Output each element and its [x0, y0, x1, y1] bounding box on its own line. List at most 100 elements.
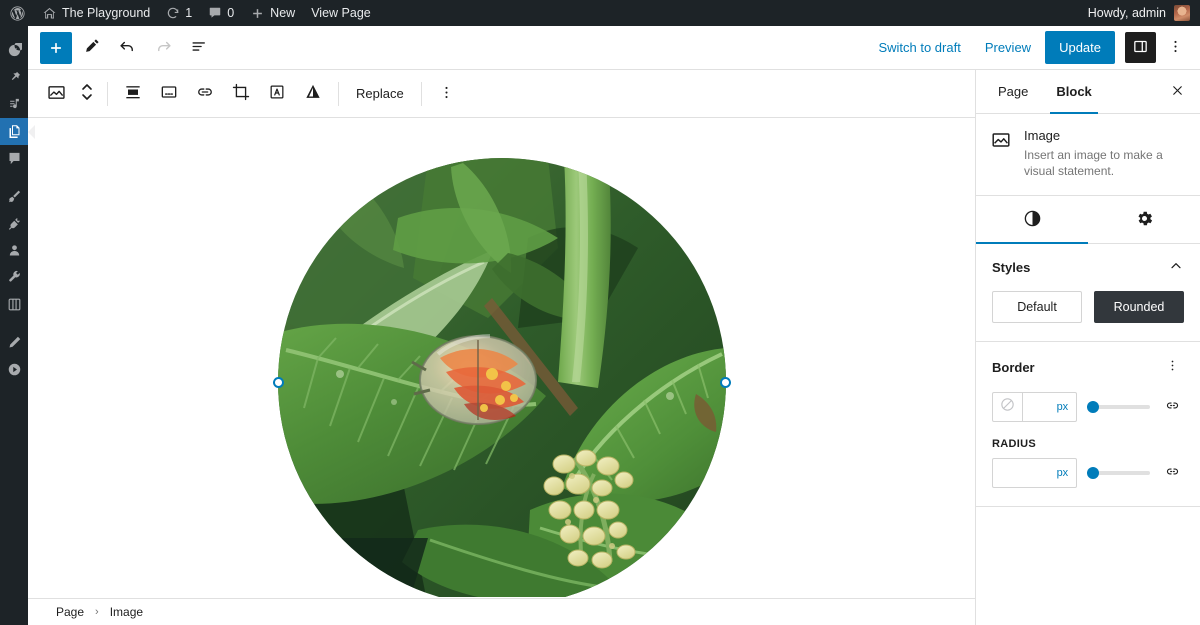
editor-options-button[interactable]	[1160, 32, 1190, 64]
undo-button[interactable]	[110, 32, 144, 64]
duotone-filter-button[interactable]	[295, 74, 331, 114]
border-options-button[interactable]	[1161, 356, 1184, 378]
styles-title: Styles	[992, 260, 1031, 275]
radius-link-toggle[interactable]	[1160, 460, 1184, 486]
border-width-unit[interactable]: px	[1023, 393, 1076, 421]
new-label: New	[270, 6, 296, 20]
radius-unit[interactable]: px	[993, 459, 1076, 487]
style-variations: Default Rounded	[992, 291, 1184, 323]
tab-styles[interactable]	[976, 196, 1088, 244]
comments-count: 0	[227, 6, 235, 20]
paintbrush-icon	[7, 189, 22, 204]
border-width-input-group: px	[992, 392, 1078, 422]
updates-menu[interactable]: 1	[158, 0, 200, 26]
new-content-menu[interactable]: New	[242, 0, 303, 26]
settings-sliders-icon	[7, 297, 22, 312]
sidebar-item-player[interactable]	[0, 356, 28, 383]
sidebar-tabs: Page Block	[976, 70, 1200, 114]
sidebar-item-tools[interactable]	[0, 264, 28, 291]
sidebar-item-appearance[interactable]	[0, 183, 28, 210]
breadcrumb-item-page[interactable]: Page	[52, 603, 88, 621]
caption-button[interactable]	[151, 74, 187, 114]
sidebar-item-editor[interactable]	[0, 329, 28, 356]
slider-thumb[interactable]	[1087, 401, 1100, 413]
border-width-slider[interactable]	[1087, 392, 1151, 422]
close-sidebar-button[interactable]	[1160, 70, 1194, 113]
text-over-image-button[interactable]	[259, 74, 295, 114]
left-resize-handle[interactable]	[273, 377, 284, 388]
wp-admin-menu	[0, 26, 35, 625]
style-option-rounded[interactable]: Rounded	[1094, 291, 1184, 323]
tab-settings[interactable]	[1088, 196, 1200, 243]
wordpress-block-editor: The Playground 1 0 New View Page Howdy, …	[0, 0, 1200, 625]
crop-button[interactable]	[223, 74, 259, 114]
redo-icon	[154, 37, 173, 59]
image-block[interactable]	[273, 158, 731, 597]
updates-count: 1	[185, 6, 193, 20]
border-panel: Border px RADIUS px	[976, 342, 1200, 507]
switch-to-draft-button[interactable]: Switch to draft	[868, 34, 970, 61]
block-type-button[interactable]	[38, 74, 74, 114]
unlink-icon	[1164, 397, 1181, 417]
border-link-toggle[interactable]	[1160, 394, 1184, 420]
update-button[interactable]: Update	[1045, 31, 1115, 64]
right-resize-handle[interactable]	[720, 377, 731, 388]
plus-icon	[250, 6, 265, 21]
style-option-default[interactable]: Default	[992, 291, 1082, 323]
tab-page[interactable]: Page	[984, 70, 1042, 113]
toolbar-divider-2	[338, 81, 339, 106]
align-button[interactable]	[115, 74, 151, 114]
sidebar-item-media[interactable]	[0, 91, 28, 118]
add-block-button[interactable]	[40, 31, 72, 64]
settings-sidebar-toggle[interactable]	[1125, 32, 1156, 63]
leaf-beetle-photo[interactable]	[278, 158, 726, 597]
kebab-menu-icon	[438, 84, 455, 104]
block-options-button[interactable]	[429, 74, 465, 114]
sidebar-item-users[interactable]	[0, 237, 28, 264]
styles-collapse-button[interactable]	[1168, 258, 1184, 277]
chevron-up-icon	[1168, 258, 1184, 277]
pencil-tools-icon	[82, 37, 101, 59]
tools-button[interactable]	[74, 32, 108, 64]
sidebar-item-comments[interactable]	[0, 145, 28, 172]
list-view-icon	[190, 37, 209, 59]
redo-button[interactable]	[146, 32, 180, 64]
block-format-group	[115, 74, 331, 114]
home-icon	[42, 6, 57, 21]
slider-thumb[interactable]	[1087, 467, 1100, 479]
wordpress-logo-button[interactable]	[0, 0, 34, 26]
kebab-menu-icon	[1165, 358, 1180, 376]
kebab-menu-icon	[1167, 38, 1184, 58]
menu-gap-2	[0, 318, 28, 329]
styles-panel-header: Styles	[992, 258, 1184, 277]
site-name-menu[interactable]: The Playground	[34, 0, 158, 26]
preview-button[interactable]: Preview	[975, 34, 1041, 61]
account-menu[interactable]: Howdy, admin	[1088, 5, 1200, 21]
sidebar-item-posts[interactable]	[0, 64, 28, 91]
replace-button[interactable]: Replace	[346, 74, 414, 114]
editor-header: Switch to draft Preview Update	[28, 26, 1200, 70]
block-movers[interactable]	[74, 74, 100, 114]
align-icon	[123, 82, 143, 105]
comment-bubble-icon	[208, 6, 222, 20]
breadcrumb-item-image[interactable]: Image	[106, 603, 147, 621]
wrench-icon	[7, 270, 22, 285]
plug-icon	[7, 216, 22, 231]
sidebar-item-settings[interactable]	[0, 291, 28, 318]
list-view-button[interactable]	[182, 32, 216, 64]
comments-menu[interactable]: 0	[200, 0, 242, 26]
radius-slider[interactable]	[1087, 458, 1151, 488]
block-card-title: Image	[1024, 128, 1061, 143]
radius-input-group[interactable]: px	[992, 458, 1078, 488]
sidebar-item-pages[interactable]	[0, 118, 35, 145]
border-color-swatch[interactable]	[993, 393, 1023, 421]
sidebar-item-plugins[interactable]	[0, 210, 28, 237]
block-toolbar: Replace	[28, 70, 975, 118]
sidebar-item-dashboard[interactable]	[0, 37, 28, 64]
editor-header-right: Switch to draft Preview Update	[868, 31, 1190, 64]
pages-icon	[7, 124, 22, 139]
view-page-link[interactable]: View Page	[303, 0, 379, 26]
link-button[interactable]	[187, 74, 223, 114]
tab-block[interactable]: Block	[1042, 70, 1105, 114]
close-icon	[1170, 83, 1185, 101]
